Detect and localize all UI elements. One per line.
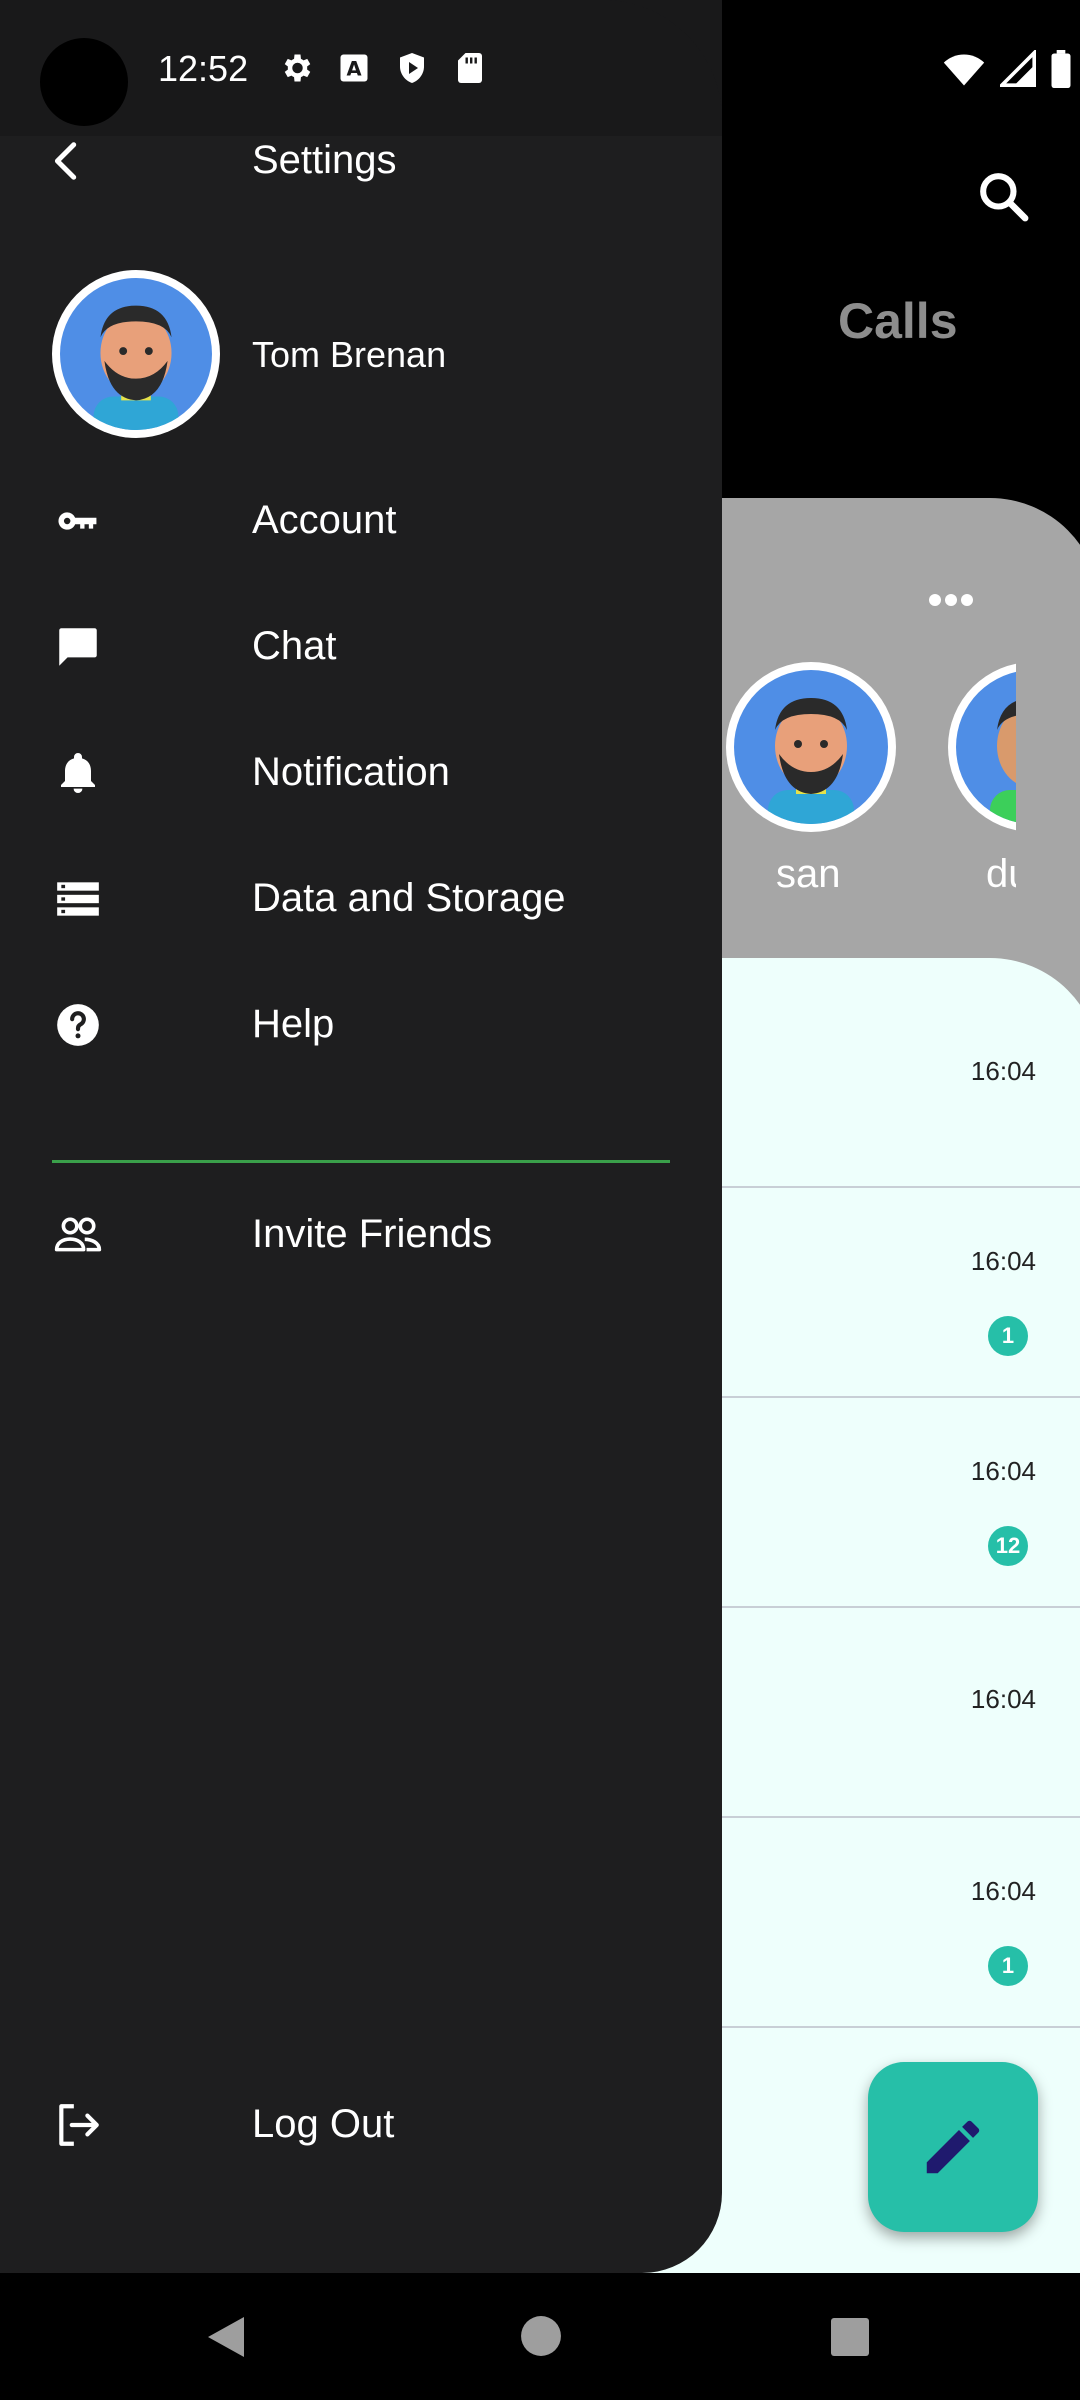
avatar [734,670,888,824]
battery-icon [1051,50,1071,88]
settings-drawer: 12:52 A Settings Tom Brenan Account Chat… [0,0,722,2273]
screen: Calls san d 16:04 16:04 1 16:04 12 16:04… [0,0,1080,2400]
back-button[interactable] [44,136,90,186]
help-icon [50,997,106,1053]
chat-row[interactable]: 16:04 1 [700,1188,1080,1398]
drawer-title: Settings [252,138,397,182]
chat-time: 16:04 [970,1056,1036,1086]
chat-bubble-icon [50,619,106,675]
menu-item-invite-friends[interactable]: Invite Friends [0,1180,722,1290]
chevron-left-icon [54,142,77,180]
storage-icon [50,871,106,927]
chat-time: 16:04 [970,1684,1036,1714]
story-name-clipped: du [986,852,1016,896]
shield-play-icon [400,53,424,83]
menu-label: Chat [252,624,337,668]
more-options-icon[interactable] [928,590,974,610]
nav-recents-icon[interactable] [830,2317,870,2357]
camera-cutout [40,38,128,126]
status-notification-icons: A [278,50,488,88]
nav-back-icon[interactable] [204,2313,248,2361]
profile-avatar[interactable] [52,270,220,438]
menu-item-logout[interactable]: Log Out [0,2070,722,2180]
bell-icon [50,745,106,801]
chat-time: 16:04 [970,1876,1036,1906]
navigation-bar [0,2273,1080,2400]
unread-badge: 12 [988,1526,1028,1566]
menu-item-help[interactable]: Help [0,970,722,1080]
profile-name[interactable]: Tom Brenan [252,334,446,376]
chat-row[interactable]: 16:04 12 [700,1398,1080,1608]
menu-label: Notification [252,750,450,794]
signal-icon [1000,50,1036,87]
pencil-icon [926,2120,980,2174]
avatar [60,278,212,430]
system-status-icons [942,50,1072,88]
nav-home-icon[interactable] [520,2315,562,2357]
menu-item-notification[interactable]: Notification [0,718,722,828]
text-a-icon: A [340,54,368,82]
menu-item-data-storage[interactable]: Data and Storage [0,844,722,954]
menu-label: Account [252,498,397,542]
menu-label: Help [252,1002,335,1046]
story-avatar[interactable] [726,662,896,832]
unread-badge: 1 [988,1316,1028,1356]
search-icon[interactable] [975,168,1031,224]
chat-time: 16:04 [970,1456,1036,1486]
wifi-icon [943,54,985,86]
menu-divider [52,1160,670,1163]
story-avatar-clipped[interactable] [948,662,1016,832]
status-time: 12:52 [158,48,249,89]
chat-row[interactable]: 16:04 [700,1608,1080,1818]
sd-card-icon [458,53,482,83]
calls-tab-title[interactable]: Calls [838,292,958,350]
chat-row[interactable]: 16:04 1 [700,1818,1080,2028]
logout-icon [50,2097,106,2153]
menu-label: Log Out [252,2102,395,2146]
avatar [948,662,1016,832]
menu-label: Invite Friends [252,1212,493,1256]
menu-label: Data and Storage [252,876,566,920]
svg-text:A: A [346,58,361,81]
key-icon [50,493,106,549]
chat-row[interactable]: 16:04 [700,960,1080,1188]
compose-button[interactable] [868,2062,1038,2232]
story-name: san [776,852,841,896]
menu-item-account[interactable]: Account [0,466,722,576]
unread-badge: 1 [988,1946,1028,1986]
menu-item-chat[interactable]: Chat [0,592,722,702]
gear-icon [284,54,311,82]
chat-time: 16:04 [970,1246,1036,1276]
people-icon [50,1207,106,1263]
